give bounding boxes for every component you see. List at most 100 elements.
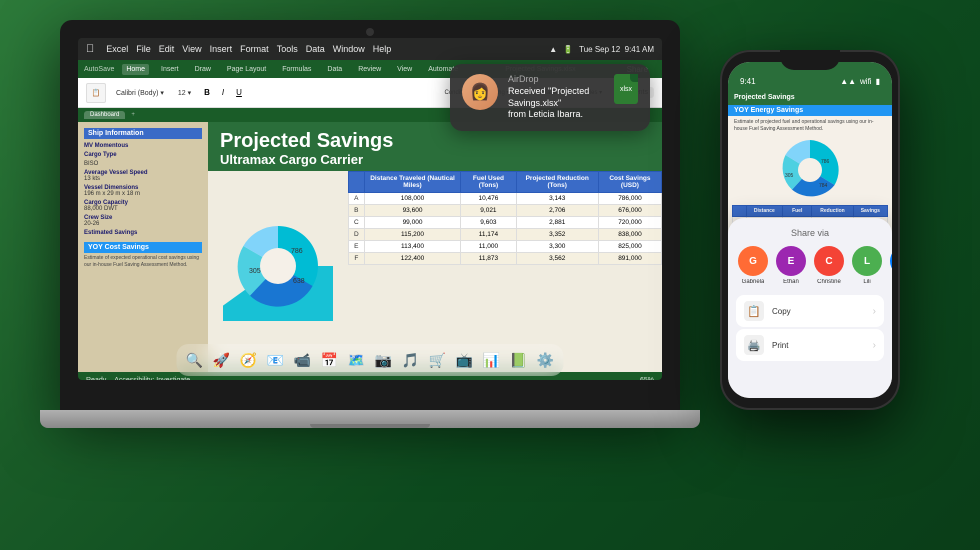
menu-file[interactable]: File	[136, 44, 151, 54]
print-label: Print	[772, 341, 788, 350]
row-e-label: E	[349, 241, 365, 253]
menu-view[interactable]: View	[182, 44, 201, 54]
dock-icon-numbers[interactable]: 📊	[480, 348, 504, 372]
contact-lili[interactable]: L Lili	[852, 246, 882, 285]
share-sheet-title: Share via	[728, 228, 892, 238]
row-c-reduction: 2,881	[516, 217, 598, 229]
dock-icon-launchpad[interactable]: 🚀	[210, 348, 234, 372]
dock-icon-safari[interactable]: 🧭	[237, 348, 261, 372]
col-header-distance: Distance Traveled (Nautical Miles)	[364, 172, 461, 193]
iphone-body: 9:41 ▲▲ wifi ▮ Projected Savings YOY Ene…	[720, 50, 900, 410]
toolbar-size[interactable]: 12 ▾	[174, 89, 195, 97]
contact-airdrop[interactable]: ↑ AirDrop	[890, 246, 892, 285]
table-row: A 108,000 10,476 3,143 786,000	[349, 193, 662, 205]
row-b-fuel: 9,021	[461, 205, 516, 217]
share-option-copy[interactable]: 📋 Copy ›	[736, 295, 884, 327]
contact-avatar-gabriela: G	[738, 246, 768, 276]
dock-icon-excel[interactable]: 📗	[507, 348, 531, 372]
iphone-yoy-desc: Estimate of projected fuel and operation…	[728, 116, 892, 135]
sheet-tab-dashboard[interactable]: Dashboard	[84, 111, 125, 119]
row-a-label: A	[349, 193, 365, 205]
col-header-reduction: Projected Reduction (Tons)	[516, 172, 598, 193]
dock-icon-music[interactable]: 🎵	[399, 348, 423, 372]
row-e-savings: 825,000	[598, 241, 661, 253]
row-b-distance: 93,600	[364, 205, 461, 217]
ribbon-tab-data[interactable]: Data	[323, 64, 346, 75]
dock-icon-mail[interactable]: 📧	[264, 348, 288, 372]
ship-info-header: Ship Information	[84, 128, 202, 139]
menu-edit[interactable]: Edit	[159, 44, 175, 54]
contact-christine[interactable]: C Christine	[814, 246, 844, 285]
menu-data[interactable]: Data	[306, 44, 325, 54]
macbook-camera	[366, 28, 374, 36]
macbook-screen-bezel:  Excel File Edit View Insert Format Too…	[60, 20, 680, 410]
ship-value-dimensions: 196 m x 29 m x 18 m	[84, 191, 202, 197]
yoy-description: Estimate of expected operational cost sa…	[84, 255, 202, 268]
dock-icon-maps[interactable]: 🗺️	[345, 348, 369, 372]
menu-excel[interactable]: Excel	[106, 44, 128, 54]
iphone-screen: 9:41 ▲▲ wifi ▮ Projected Savings YOY Ene…	[728, 62, 892, 398]
row-d-distance: 115,200	[364, 229, 461, 241]
sheet-tab-plus[interactable]: +	[131, 112, 135, 118]
macos-menubar:  Excel File Edit View Insert Format Too…	[78, 38, 662, 60]
iphone-wifi-icon: wifi	[860, 77, 872, 86]
accessibility-status: Accessibility: Investigate	[114, 377, 190, 381]
dock-icon-appstore[interactable]: 🛒	[426, 348, 450, 372]
airdrop-notification[interactable]: 👩 AirDrop Received "Projected Savings.xl…	[450, 64, 650, 131]
dock-icon-finder[interactable]: 🔍	[183, 348, 207, 372]
dock-icon-facetime[interactable]: 📹	[291, 348, 315, 372]
share-option-print[interactable]: 🖨️ Print ›	[736, 329, 884, 361]
table-area: Distance Traveled (Nautical Miles) Fuel …	[348, 171, 662, 361]
toolbar-italic[interactable]: I	[219, 88, 227, 97]
ribbon-tab-insert[interactable]: Insert	[157, 64, 183, 75]
apple-logo: 	[86, 43, 94, 55]
svg-text:638: 638	[293, 278, 305, 285]
wifi-icon: ▲	[549, 45, 557, 54]
ribbon-tab-draw[interactable]: Draw	[191, 64, 215, 75]
menu-format[interactable]: Format	[240, 44, 269, 54]
data-table: Distance Traveled (Nautical Miles) Fuel …	[348, 171, 662, 265]
row-f-fuel: 11,873	[461, 253, 516, 265]
row-f-label: F	[349, 253, 365, 265]
ribbon-tab-review[interactable]: Review	[354, 64, 385, 75]
row-d-label: D	[349, 229, 365, 241]
iphone-status-right: ▲▲ wifi ▮	[840, 77, 880, 86]
menu-insert[interactable]: Insert	[210, 44, 233, 54]
dock-icon-photos[interactable]: 📷	[372, 348, 396, 372]
ship-row-biso: BISO	[84, 161, 202, 167]
print-chevron-icon: ›	[873, 340, 876, 351]
iphone-notch	[780, 50, 840, 70]
toolbar-paste[interactable]: 📋	[86, 83, 106, 103]
contact-ethan[interactable]: E Ethan	[776, 246, 806, 285]
col-header-route	[349, 172, 365, 193]
dock-icon-settings[interactable]: ⚙️	[534, 348, 558, 372]
macos-dock: 🔍 🚀 🧭 📧 📹 📅 🗺️ 📷 🎵 🛒 📺 📊 📗 ⚙️	[177, 344, 564, 376]
row-a-reduction: 3,143	[516, 193, 598, 205]
col-header-fuel: Fuel Used (Tons)	[461, 172, 516, 193]
iphone-chart-area: 786 784 305	[728, 135, 892, 205]
menu-help[interactable]: Help	[373, 44, 392, 54]
airdrop-text-content: AirDrop Received "Projected Savings.xlsx…	[508, 74, 604, 121]
iphone-time: 9:41	[740, 77, 756, 86]
toolbar-underline[interactable]: U	[233, 88, 245, 97]
ship-row-savings: Estimated Savings	[84, 230, 202, 236]
ribbon-tab-pagelayout[interactable]: Page Layout	[223, 64, 270, 75]
dock-icon-tv[interactable]: 📺	[453, 348, 477, 372]
ribbon-tab-formulas[interactable]: Formulas	[278, 64, 315, 75]
chart-area: 786 638 305	[208, 171, 348, 361]
share-options-list: 📋 Copy › 🖨️ Print ›	[728, 295, 892, 361]
menu-window[interactable]: Window	[333, 44, 365, 54]
contact-gabriela[interactable]: G Gabriela	[738, 246, 768, 285]
status-ready: Ready	[86, 377, 106, 381]
ribbon-tab-view[interactable]: View	[393, 64, 416, 75]
row-a-fuel: 10,476	[461, 193, 516, 205]
toolbar-font[interactable]: Calibri (Body) ▾	[112, 89, 168, 97]
row-c-savings: 720,000	[598, 217, 661, 229]
ribbon-tab-home[interactable]: Home	[122, 64, 149, 75]
airdrop-avatar: 👩	[462, 74, 498, 110]
toolbar-bold[interactable]: B	[201, 88, 213, 97]
copy-label: Copy	[772, 307, 791, 316]
menu-tools[interactable]: Tools	[277, 44, 298, 54]
dock-icon-calendar[interactable]: 📅	[318, 348, 342, 372]
ship-row-crew: Crew Size 20-26	[84, 215, 202, 227]
